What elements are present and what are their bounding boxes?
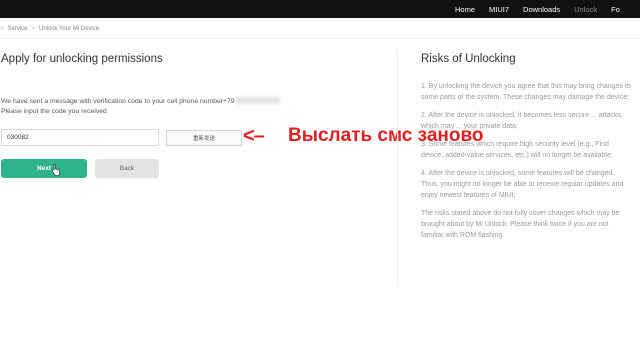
page: Home MIUI7 Downloads Unlock Fo > Service… bbox=[0, 0, 640, 360]
blurred-phone-number bbox=[235, 97, 280, 104]
risk-item: 2. After the device is unlocked, it beco… bbox=[421, 112, 623, 130]
verification-code-input[interactable] bbox=[1, 129, 159, 146]
nav-unlock[interactable]: Unlock bbox=[574, 5, 597, 14]
breadcrumb-service[interactable]: Service bbox=[8, 26, 28, 32]
page-title: Apply for unlocking permissions bbox=[1, 53, 163, 65]
breadcrumb-divider bbox=[0, 38, 640, 39]
top-nav-links: Home MIUI7 Downloads Unlock Fo bbox=[455, 0, 634, 18]
risk-item: 3. Some features which require high secu… bbox=[421, 141, 613, 159]
nav-downloads[interactable]: Downloads bbox=[523, 5, 560, 14]
column-divider bbox=[397, 50, 398, 285]
risk-item: 4. After the device is unlocked, some fe… bbox=[421, 170, 624, 199]
message-line-2: Please input the code you received bbox=[1, 108, 107, 115]
next-button[interactable]: Next bbox=[1, 159, 87, 178]
message-text: We have sent a message with verification… bbox=[1, 98, 235, 105]
nav-miui7[interactable]: MIUI7 bbox=[489, 5, 509, 14]
risk-item: 1. By unlocking the device you agree tha… bbox=[421, 83, 631, 101]
annotation-arrow: <– bbox=[243, 125, 265, 147]
verification-message: We have sent a message with verification… bbox=[1, 97, 280, 117]
risk-disclaimer: The risks stated above do not fully cove… bbox=[421, 210, 620, 239]
risks-title: Risks of Unlocking bbox=[421, 53, 516, 65]
risks-list: 1. By unlocking the device you agree tha… bbox=[421, 81, 631, 248]
message-line-1: We have sent a message with verification… bbox=[1, 97, 280, 107]
nav-home[interactable]: Home bbox=[455, 5, 475, 14]
nav-forum[interactable]: Fo bbox=[611, 5, 620, 14]
top-navigation-bar: Home MIUI7 Downloads Unlock Fo bbox=[0, 0, 640, 18]
breadcrumb: > Service > Unlock Your Mi Device bbox=[0, 26, 99, 32]
breadcrumb-separator: > bbox=[0, 26, 4, 32]
resend-code-button[interactable]: 重新发送 bbox=[166, 130, 242, 146]
breadcrumb-separator: > bbox=[31, 26, 36, 32]
hand-cursor-icon bbox=[51, 164, 60, 176]
breadcrumb-unlock: Unlock Your Mi Device bbox=[39, 26, 100, 32]
back-button[interactable]: Back bbox=[95, 159, 159, 178]
